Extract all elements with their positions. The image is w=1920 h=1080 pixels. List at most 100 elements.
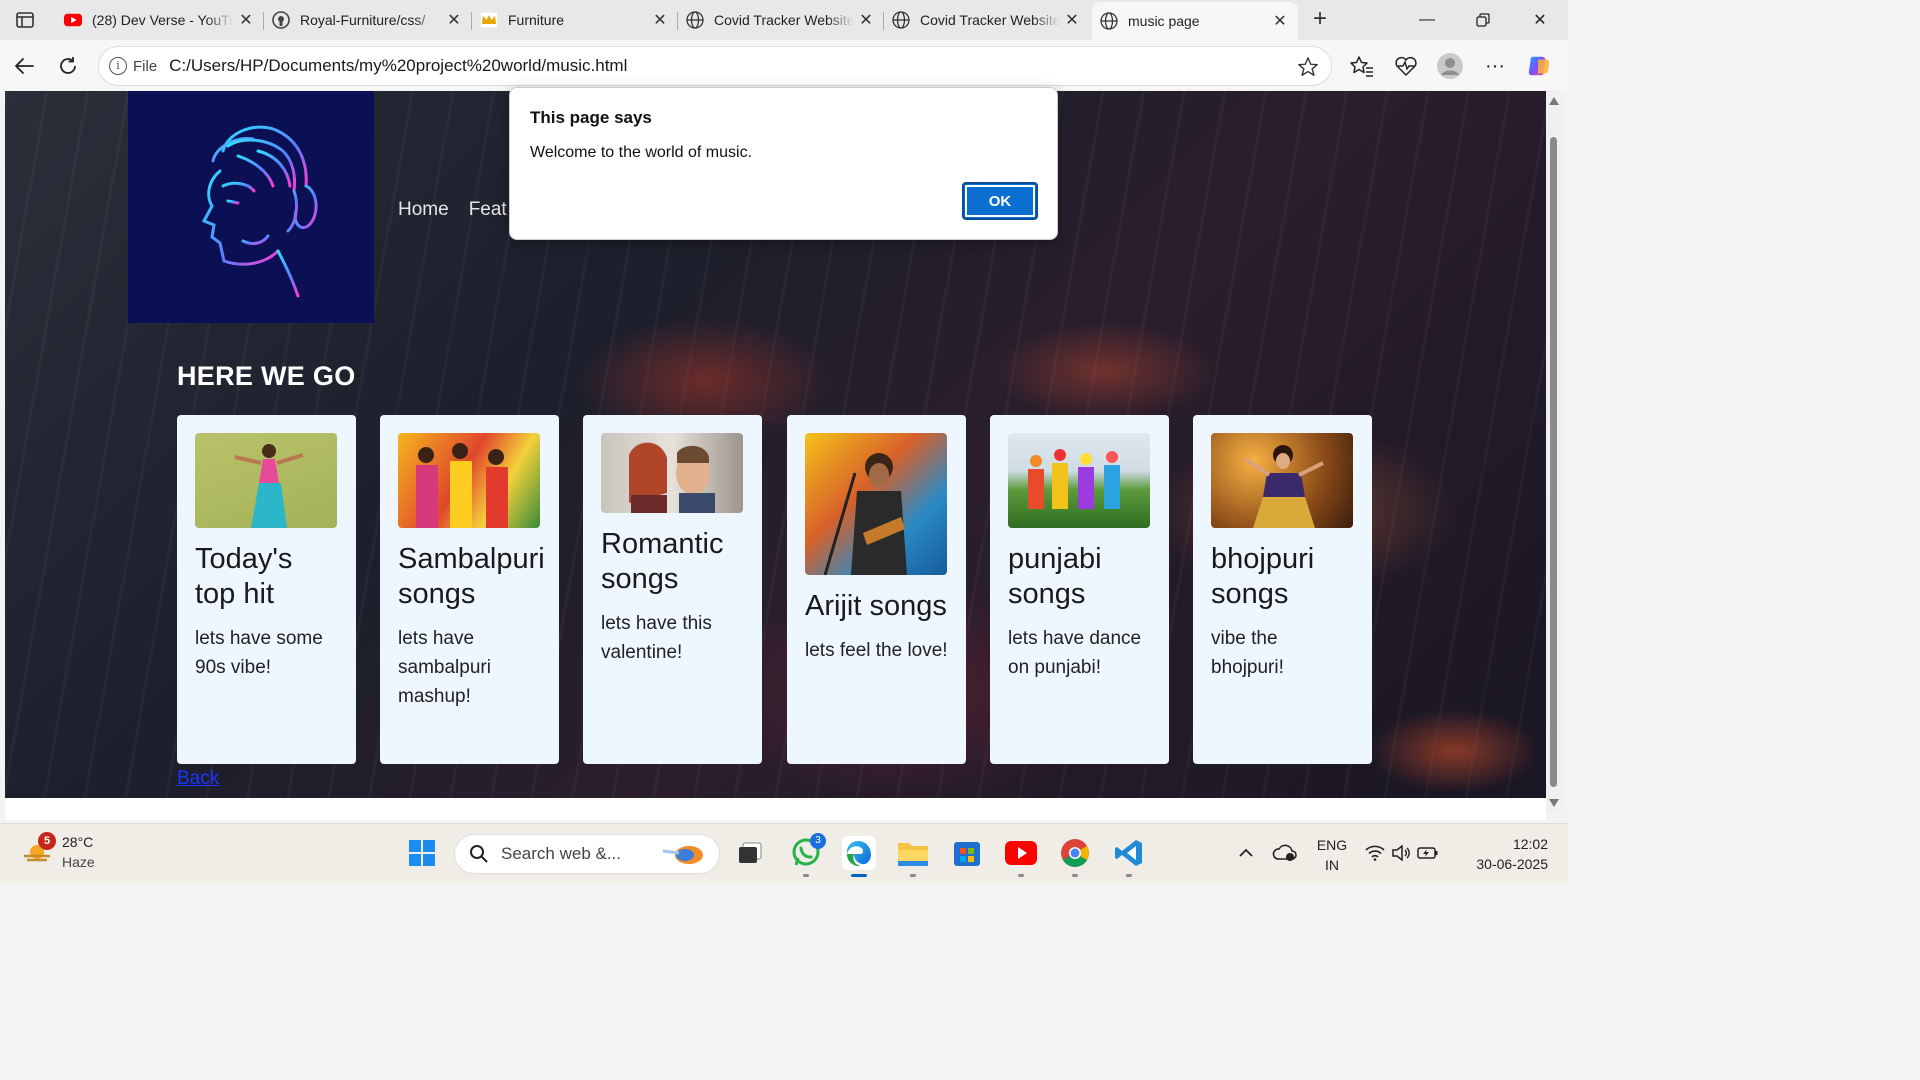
volume-icon: [1392, 845, 1410, 861]
scroll-up-arrow-icon[interactable]: [1549, 97, 1559, 105]
group-dance-image: [398, 433, 540, 528]
punjabi-dance-image: [1008, 433, 1150, 528]
windows-logo-icon: [409, 840, 435, 866]
taskbar-file-explorer[interactable]: [896, 836, 930, 870]
taskbar-chrome[interactable]: [1058, 836, 1092, 870]
chrome-icon: [1061, 839, 1089, 867]
card-title: punjabi songs: [1008, 543, 1102, 610]
close-tab-icon[interactable]: ✕: [854, 10, 878, 30]
back-link[interactable]: Back: [177, 768, 219, 790]
favorites-button[interactable]: [1349, 53, 1375, 79]
taskbar-task-view[interactable]: [733, 836, 767, 870]
taskbar-youtube[interactable]: [1004, 836, 1038, 870]
edge-icon: [846, 841, 871, 867]
quick-settings-tray[interactable]: [1362, 836, 1442, 870]
ok-button[interactable]: OK: [962, 182, 1038, 220]
section-heading: HERE WE GO: [177, 361, 356, 391]
couple-image: [601, 433, 743, 513]
tab-title: Furniture: [508, 12, 565, 28]
scrollbar-thumb[interactable]: [1550, 137, 1557, 787]
card-text: lets have some 90s vibe!: [195, 628, 323, 678]
nav-link-home[interactable]: Home: [398, 199, 449, 221]
close-tab-icon[interactable]: ✕: [648, 10, 672, 30]
dancer-image: [195, 433, 337, 528]
onedrive-tray[interactable]: [1268, 836, 1302, 870]
tab-actions-button[interactable]: [12, 8, 38, 32]
minimize-button[interactable]: —: [1399, 0, 1455, 40]
search-highlight-icon: [662, 846, 703, 864]
profile-button[interactable]: [1437, 53, 1463, 79]
favorites-icon: [1350, 56, 1373, 77]
search-icon: [470, 845, 488, 863]
taskbar-search[interactable]: Search web &...: [454, 834, 720, 874]
globe-icon: [892, 11, 910, 29]
close-icon: ✕: [1533, 12, 1547, 29]
wifi-icon: [1365, 845, 1385, 861]
favorite-star-icon[interactable]: [1297, 56, 1319, 78]
whatsapp-badge: 3: [810, 833, 826, 849]
tab-covid-2[interactable]: Covid Tracker Website ✕: [884, 4, 1090, 36]
tab-actions-icon: [16, 12, 34, 28]
card-title: Romantic songs: [601, 528, 724, 595]
close-tab-icon[interactable]: ✕: [234, 10, 258, 30]
nav-link-features[interactable]: Feat: [469, 199, 507, 221]
address-bar[interactable]: i File C:/Users/HP/Documents/my%20projec…: [98, 46, 1332, 86]
input-language-indicator[interactable]: ENG IN: [1312, 835, 1352, 875]
show-hidden-icons-button[interactable]: [1229, 836, 1263, 870]
song-card[interactable]: bhojpuri songs vibe the bhojpuri!: [1193, 415, 1372, 764]
tab-youtube[interactable]: (28) Dev Verse - YouTube ✕: [56, 4, 264, 36]
card-title: Today's top hit: [195, 543, 293, 610]
song-card[interactable]: Romantic songs lets have this valentine!: [583, 415, 762, 764]
close-tab-icon[interactable]: ✕: [1060, 10, 1084, 30]
song-card[interactable]: Today's top hit lets have some 90s vibe!: [177, 415, 356, 764]
taskbar-whatsapp[interactable]: 3: [789, 833, 826, 870]
vertical-scrollbar[interactable]: [1546, 91, 1562, 813]
song-card[interactable]: Sambalpuri songs lets have sambalpuri ma…: [380, 415, 559, 764]
avatar-icon: [1437, 53, 1463, 79]
new-tab-button[interactable]: +: [1306, 6, 1334, 34]
start-button[interactable]: [405, 836, 439, 870]
tab-furniture[interactable]: Furniture ✕: [472, 4, 678, 36]
scroll-down-arrow-icon[interactable]: [1549, 799, 1559, 807]
alert-dialog: This page says Welcome to the world of m…: [509, 87, 1058, 240]
copilot-button[interactable]: [1526, 53, 1552, 79]
taskbar-vscode[interactable]: [1112, 836, 1146, 870]
dialog-title: This page says: [530, 108, 652, 127]
singer-image: [805, 433, 947, 575]
back-button[interactable]: [11, 53, 37, 79]
notification-badge: 5: [38, 832, 56, 850]
info-icon[interactable]: i: [109, 57, 127, 75]
system-clock[interactable]: 12:02 30-06-2025: [1466, 834, 1548, 874]
song-card[interactable]: punjabi songs lets have dance on punjabi…: [990, 415, 1169, 764]
search-placeholder: Search web &...: [501, 844, 622, 863]
tab-music-page[interactable]: music page ✕: [1092, 2, 1298, 40]
tab-strip: (28) Dev Verse - YouTube ✕ Royal-Furnitu…: [0, 0, 1568, 40]
crown-icon: [480, 11, 498, 29]
heart-pulse-icon: [1395, 56, 1417, 77]
region-code: IN: [1325, 857, 1339, 873]
refresh-icon: [60, 57, 76, 74]
taskbar-edge[interactable]: [842, 836, 876, 870]
youtube-icon: [1005, 841, 1037, 865]
url-text[interactable]: C:/Users/HP/Documents/my%20project%20wor…: [169, 56, 627, 76]
tab-title: Covid Tracker Website: [714, 12, 854, 28]
youtube-icon: [64, 11, 82, 29]
globe-icon: [1100, 12, 1118, 30]
tab-github[interactable]: Royal-Furniture/css/ ✕: [264, 4, 472, 36]
globe-icon: [686, 11, 704, 29]
site-logo[interactable]: [128, 91, 374, 323]
chevron-up-icon: [1239, 848, 1253, 857]
close-tab-icon[interactable]: ✕: [442, 10, 466, 30]
close-tab-icon[interactable]: ✕: [1268, 11, 1292, 31]
song-card[interactable]: Arijit songs lets feel the love!: [787, 415, 966, 764]
tab-covid-1[interactable]: Covid Tracker Website ✕: [678, 4, 884, 36]
card-text: vibe the bhojpuri!: [1211, 628, 1284, 678]
close-window-button[interactable]: ✕: [1512, 0, 1568, 40]
taskbar-store[interactable]: [950, 836, 984, 870]
refresh-button[interactable]: [55, 53, 81, 79]
settings-more-button[interactable]: ···: [1482, 53, 1508, 79]
card-title: Arijit songs: [805, 590, 947, 622]
browser-essentials-button[interactable]: [1393, 53, 1419, 79]
restore-button[interactable]: [1455, 0, 1511, 40]
restore-icon: [1476, 13, 1490, 27]
